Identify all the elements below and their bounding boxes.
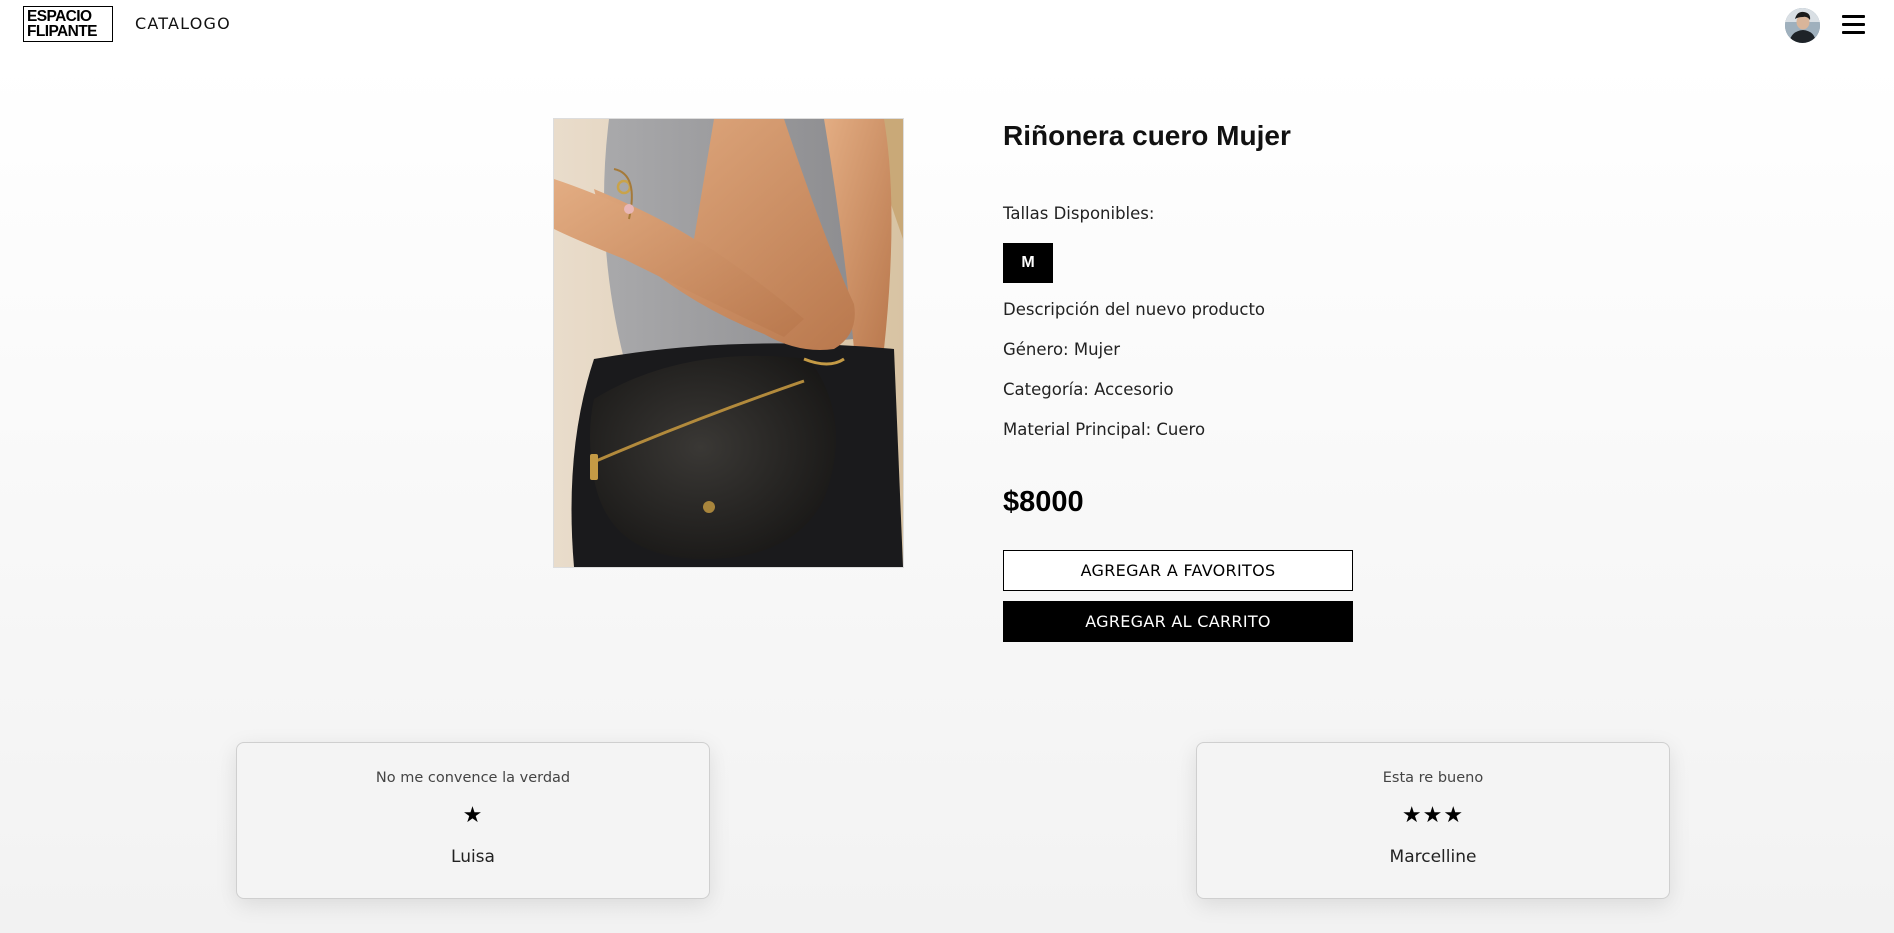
- brand-logo[interactable]: ESPACIO FLIPANTE: [23, 6, 113, 42]
- sizes-label: Tallas Disponibles:: [1003, 204, 1155, 223]
- review-card: No me convence la verdad ★ Luisa: [236, 742, 710, 899]
- review-text: Esta re bueno: [1382, 770, 1484, 786]
- product-material: Material Principal: Cuero: [1003, 420, 1206, 439]
- hamburger-menu-icon[interactable]: [1842, 15, 1865, 34]
- product-price: $8000: [1003, 486, 1084, 518]
- add-to-favorites-button[interactable]: AGREGAR A FAVORITOS: [1003, 550, 1353, 591]
- top-navbar: ESPACIO FLIPANTE CATALOGO: [0, 0, 1894, 50]
- product-title: Riñonera cuero Mujer: [1003, 120, 1291, 151]
- star-rating-icon: ★: [462, 803, 484, 828]
- nav-catalog-link[interactable]: CATALOGO: [135, 14, 231, 33]
- size-option-m[interactable]: M: [1003, 243, 1053, 283]
- review-card: Esta re bueno ★★★ Marcelline: [1196, 742, 1670, 899]
- product-image: [553, 118, 904, 568]
- review-text: No me convence la verdad: [375, 770, 571, 786]
- fanny-pack-photo: [554, 119, 903, 567]
- review-author: Luisa: [451, 847, 495, 867]
- avatar-photo: [1785, 8, 1820, 43]
- product-category: Categoría: Accesorio: [1003, 380, 1174, 399]
- user-avatar-icon[interactable]: [1785, 8, 1820, 43]
- review-author: Marcelline: [1389, 847, 1477, 867]
- product-description: Descripción del nuevo producto: [1003, 300, 1266, 319]
- product-gender: Género: Mujer: [1003, 340, 1121, 359]
- add-to-cart-button[interactable]: AGREGAR AL CARRITO: [1003, 601, 1353, 642]
- star-rating-icon: ★★★: [1401, 803, 1465, 828]
- logo-line-2: FLIPANTE: [27, 23, 97, 40]
- logo-line-1: ESPACIO: [27, 8, 92, 25]
